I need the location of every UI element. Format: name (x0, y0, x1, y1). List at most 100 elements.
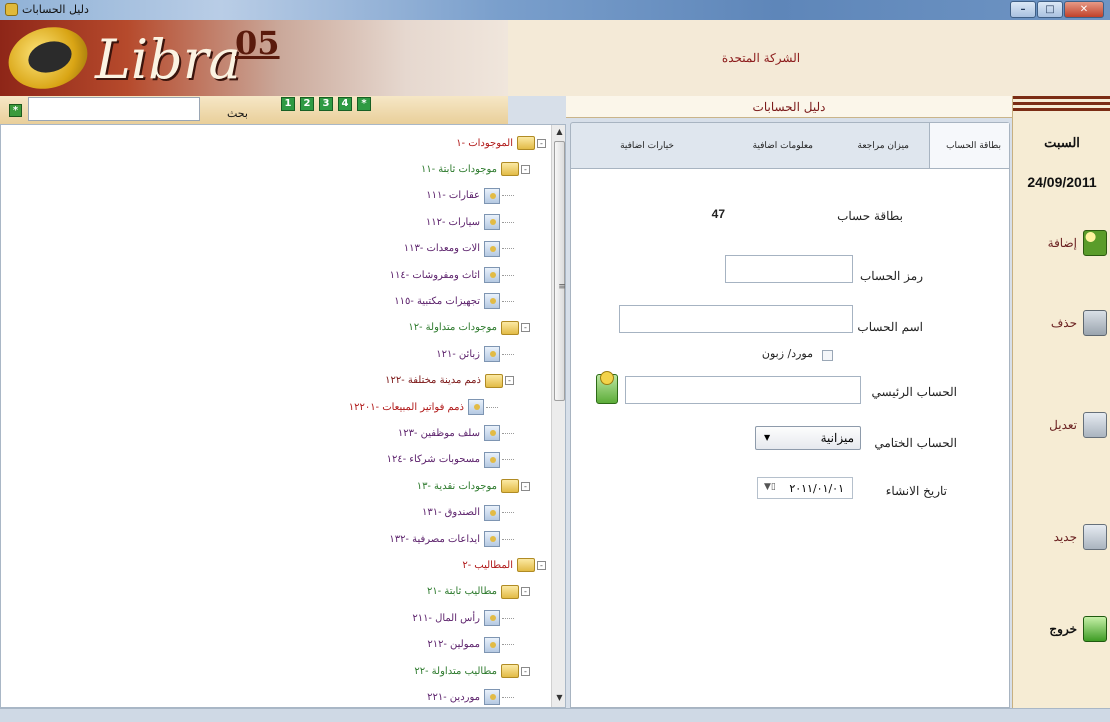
account-lookup-icon[interactable] (596, 371, 618, 404)
tree-folder-node[interactable]: الموجودات -١ - (456, 135, 546, 151)
collapse-toggle-icon[interactable]: - (521, 587, 530, 597)
tree-account-node[interactable]: تجهيزات مكتبية -١١٥ (394, 293, 514, 310)
tab-account-card[interactable]: بطاقة الحساب (946, 141, 1001, 151)
add-button[interactable]: إضافة (1027, 228, 1107, 258)
logo-text: Libra (95, 28, 241, 91)
title-bar[interactable]: دليل الحسابات – □ ✕ (0, 0, 1110, 20)
stripe-3 (1013, 108, 1110, 111)
account-code-field[interactable] (725, 255, 853, 283)
folder-icon (501, 584, 519, 599)
account-doc-icon (484, 504, 500, 521)
edit-icon (1083, 412, 1107, 438)
dropdown-arrow-icon[interactable]: ▼ (764, 433, 770, 442)
main-account-field[interactable] (625, 376, 861, 404)
tree-account-node[interactable]: اثاث ومفروشات -١١٤ (390, 267, 514, 283)
collapse-toggle-icon[interactable]: - (521, 481, 530, 491)
tab-trial-balance[interactable]: ميزان مراجعة (858, 141, 910, 151)
created-date-picker[interactable]: ٢٠١١/٠١/٠١ ▼▯ (757, 477, 853, 499)
tree-folder-node[interactable]: موجودات متداولة -١٢ - (408, 320, 530, 336)
tree-connector (502, 538, 514, 540)
tree-folder-node[interactable]: ذمم مدينة مختلفة -١٢٢ - (385, 373, 514, 389)
tree-node-label: مطاليب متداولة -٢٢ (414, 665, 497, 677)
current-date: 24/09/2011 (1027, 174, 1097, 190)
tree-connector (502, 459, 514, 461)
tree-folder-node[interactable]: مطاليب ثابتة -٢١ - (427, 584, 530, 600)
scroll-up-icon[interactable]: ▲ (554, 127, 565, 139)
tree-node-label: سيارات -١١٢ (425, 216, 480, 228)
tree-node-label: اثاث ومفروشات -١١٤ (389, 269, 480, 281)
tree-account-node[interactable]: زبائن -١٢١ (436, 346, 514, 363)
account-doc-icon (484, 293, 500, 310)
tree-account-node[interactable]: عقارات -١١١ (426, 187, 514, 204)
tree-node-label: سلف موظفين -١٢٣ (397, 427, 480, 439)
tree-connector (502, 353, 514, 355)
tree-account-node[interactable]: سيارات -١١٢ (425, 214, 514, 231)
supplier-customer-checkbox[interactable] (822, 350, 833, 361)
tree-account-node[interactable]: ممولين -٢١٢ (427, 636, 514, 653)
tree-account-node[interactable]: ذمم فواتير المبيعات -١٢٢٠١ (349, 399, 498, 415)
tree-account-node[interactable]: ايداعات مصرفية -١٣٢ (389, 531, 514, 547)
tree-node-label: موجودات نقدية -١٣ (416, 480, 497, 492)
tree-folder-node[interactable]: المطاليب -٢ - (462, 557, 546, 573)
search-input[interactable] (28, 97, 200, 121)
tree-folder-node[interactable]: موجودات ثابتة -١١ - (421, 161, 530, 177)
scroll-thumb[interactable]: ≡ (554, 141, 565, 401)
tree-account-node[interactable]: مسحوبات شركاء -١٢٤ (387, 451, 514, 468)
stripe-2 (1013, 102, 1110, 105)
exit-button[interactable]: خروج (1027, 614, 1107, 644)
collapse-toggle-icon[interactable]: - (505, 376, 514, 386)
tree-account-node[interactable]: رأس المال -٢١١ (412, 610, 514, 627)
scroll-down-icon[interactable]: ▼ (554, 693, 565, 705)
tree-account-node[interactable]: الصندوق -١٣١ (422, 504, 514, 521)
tab-extra-info[interactable]: معلومات اضافية (753, 141, 813, 151)
final-account-select[interactable]: ميزانية ▼ (755, 426, 861, 450)
tree-node-label: موردين -٢٢١ (427, 691, 480, 703)
folder-icon (517, 136, 535, 150)
tree-node-label: عقارات -١١١ (426, 190, 480, 202)
collapse-toggle-icon[interactable]: - (537, 560, 546, 570)
collapse-toggle-icon[interactable]: - (521, 323, 530, 333)
created-date-label: تاريخ الانشاء (885, 484, 947, 498)
search-label: بحث (227, 107, 248, 120)
level-2-button[interactable]: 2 (300, 97, 314, 111)
edit-button[interactable]: تعديل (1027, 410, 1107, 440)
tree-scrollbar[interactable]: ▲ ≡ ▼ (551, 125, 565, 707)
delete-button[interactable]: حذف (1027, 308, 1107, 338)
account-doc-icon (484, 451, 500, 468)
level-1-button[interactable]: 1 (281, 97, 295, 111)
exit-label: خروج (1049, 622, 1077, 636)
accounts-tree[interactable]: الموجودات -١ - موجودات ثابتة -١١ - عقارات -١… (0, 124, 566, 708)
tree-connector (502, 432, 514, 434)
tree-node-label: موجودات ثابتة -١١ (421, 163, 497, 175)
tree-toolbar: * بحث 1 2 3 4 * (0, 96, 508, 124)
delete-label: حذف (1050, 316, 1077, 330)
collapse-toggle-icon[interactable]: - (521, 666, 530, 676)
minimize-button[interactable]: – (1010, 1, 1036, 18)
grip-icon: ≡ (558, 282, 566, 292)
collapse-toggle-icon[interactable]: - (537, 138, 546, 148)
account-name-field[interactable] (619, 305, 853, 333)
exit-icon (1083, 616, 1107, 642)
edit-label: تعديل (1049, 418, 1077, 432)
card-number: 47 (711, 207, 725, 221)
level-3-button[interactable]: 3 (319, 97, 333, 111)
tree-account-node[interactable]: الات ومعدات -١١٣ (403, 240, 514, 257)
tree-account-node[interactable]: سلف موظفين -١٢٣ (397, 425, 514, 442)
final-account-label: الحساب الختامي (874, 436, 957, 450)
calendar-icon[interactable]: ▼▯ (764, 482, 776, 492)
tree-account-node[interactable]: موردين -٢٢١ (427, 689, 514, 706)
new-button[interactable]: جديد (1027, 522, 1107, 552)
collapse-toggle-icon[interactable]: - (521, 164, 530, 174)
tree-node-label: الات ومعدات -١١٣ (403, 243, 480, 255)
level-4-button[interactable]: 4 (338, 97, 352, 111)
tree-connector (486, 406, 498, 408)
close-button[interactable]: ✕ (1064, 1, 1104, 18)
account-form: بطاقة حساب 47 رمز الحساب اسم الحساب مورد… (570, 168, 1010, 708)
level-all-button[interactable]: * (357, 97, 371, 111)
add-icon (1083, 230, 1107, 256)
tree-folder-node[interactable]: مطاليب متداولة -٢٢ - (414, 663, 530, 679)
maximize-button[interactable]: □ (1037, 1, 1063, 18)
tab-extra-options[interactable]: خيارات اضافية (620, 141, 674, 151)
expand-all-button[interactable]: * (9, 104, 22, 117)
tree-folder-node[interactable]: موجودات نقدية -١٣ - (417, 478, 530, 494)
